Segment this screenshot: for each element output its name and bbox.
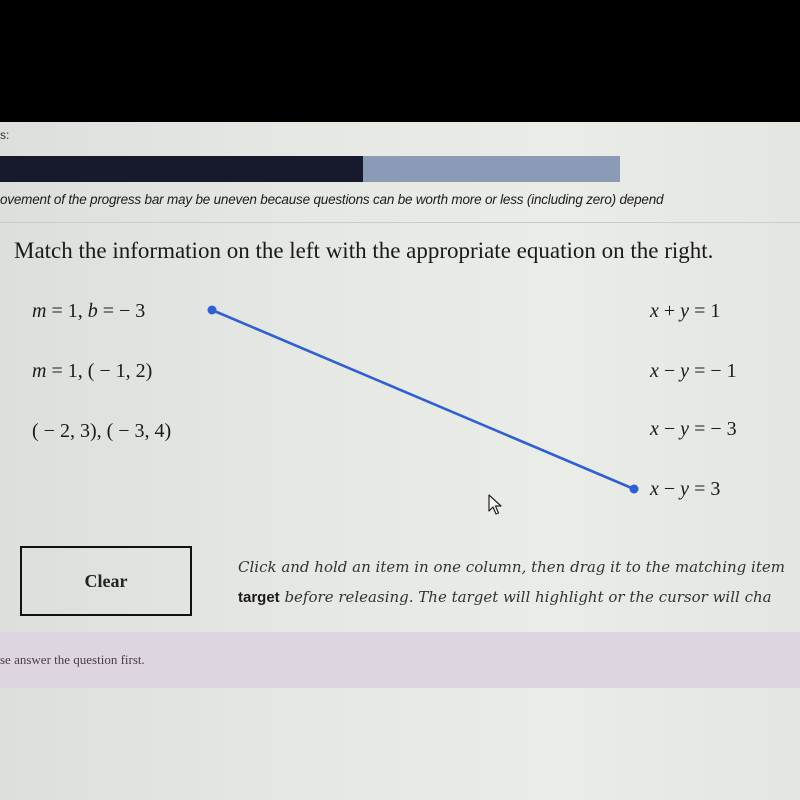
right-item-3[interactable]: x − y = − 3 [650, 418, 737, 441]
progress-bar-fill [0, 156, 363, 182]
left-item-1[interactable]: m = 1, b = − 3 [32, 300, 145, 323]
right-item-4[interactable]: x − y = 3 [650, 478, 720, 501]
mouse-pointer-icon [488, 494, 502, 515]
text: = − 3 [97, 300, 146, 322]
text: − [658, 478, 681, 500]
text: = 1, ( − 1, 2) [46, 360, 153, 382]
screen: s: ovement of the progress bar may be un… [0, 122, 800, 800]
connection-start-dot[interactable] [207, 305, 217, 315]
instructions-line-1: Click and hold an item in one column, th… [238, 558, 785, 576]
var-m: m [32, 360, 47, 382]
var-y: y [680, 478, 690, 500]
text: = 1, [46, 300, 88, 322]
text: = − 3 [689, 418, 737, 440]
text: = 3 [689, 478, 721, 500]
text: − [658, 360, 681, 382]
right-item-2[interactable]: x − y = − 1 [650, 360, 737, 383]
connection-end-dot[interactable] [629, 484, 639, 494]
header-label: s: [0, 128, 10, 142]
var-y: y [680, 360, 690, 382]
clear-button[interactable]: Clear [20, 546, 192, 616]
right-item-1[interactable]: x + y = 1 [650, 300, 720, 323]
var-m: m [32, 300, 47, 322]
var-x: x [650, 478, 659, 500]
progress-bar [0, 156, 620, 182]
text: = 1 [689, 300, 721, 322]
text: − [658, 418, 681, 440]
text: ( − 2, 3), ( − 3, 4) [32, 420, 172, 442]
left-item-3[interactable]: ( − 2, 3), ( − 3, 4) [32, 420, 171, 443]
instructions: Click and hold an item in one column, th… [238, 552, 785, 613]
status-message: se answer the question first. [0, 652, 145, 667]
left-item-2[interactable]: m = 1, ( − 1, 2) [32, 360, 152, 383]
divider [0, 222, 800, 223]
var-x: x [650, 418, 659, 440]
var-x: x [650, 300, 659, 322]
instructions-bold-target: target [238, 589, 280, 606]
instructions-line-2: target before releasing. The target will… [238, 582, 785, 613]
question-title: Match the information on the left with t… [14, 238, 714, 263]
connection-line[interactable] [210, 308, 636, 491]
var-x: x [650, 360, 659, 382]
var-y: y [680, 300, 690, 322]
text: + [658, 300, 681, 322]
match-lines [207, 305, 639, 494]
instructions-line-2-rest: before releasing. The target will highli… [279, 588, 772, 606]
progress-note: ovement of the progress bar may be uneve… [0, 192, 664, 207]
var-y: y [680, 418, 690, 440]
text: = − 1 [689, 360, 737, 382]
status-bar: se answer the question first. [0, 632, 800, 688]
var-b: b [87, 300, 98, 322]
